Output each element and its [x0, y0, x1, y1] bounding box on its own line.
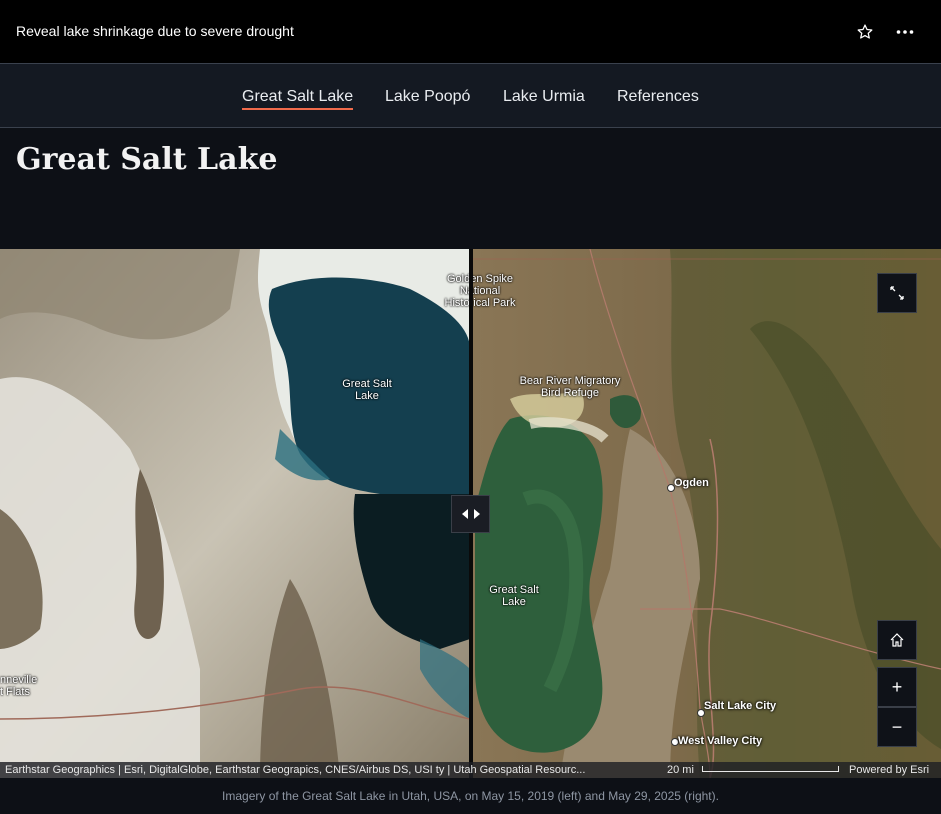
satellite-imagery-left: [0, 249, 471, 778]
map-label-bonneville-salt-flats: nneville t Flats: [0, 674, 38, 698]
section-title: Great Salt Lake: [16, 142, 278, 177]
tab-great-salt-lake[interactable]: Great Salt Lake: [242, 88, 354, 110]
story-title: Reveal lake shrinkage due to severe drou…: [16, 23, 294, 39]
fullscreen-button[interactable]: [877, 273, 917, 313]
map-attribution-bar: Earthstar Geographics | Esri, DigitalGlo…: [0, 762, 941, 778]
star-icon: [857, 24, 873, 39]
satellite-imagery-right: [470, 249, 941, 778]
map-label-great-salt-lake-left: Great Salt Lake: [342, 378, 392, 402]
zoom-out-button[interactable]: −: [877, 707, 917, 747]
section-header: Great Salt Lake: [0, 128, 941, 249]
scale-bar: [702, 766, 839, 772]
map-label-ogden: Ogden: [674, 477, 709, 489]
map-label-west-valley-city: West Valley City: [678, 735, 763, 747]
map-left-2019[interactable]: Great Salt Lake nneville t Flats: [0, 249, 471, 778]
more-options-button[interactable]: [893, 21, 917, 43]
section-nav: Great Salt Lake Lake Poopó Lake Urmia Re…: [0, 63, 941, 128]
map-label-bear-river: Bear River Migratory Bird Refuge: [519, 375, 621, 399]
map-label-salt-lake-city: Salt Lake City: [704, 700, 777, 712]
home-button[interactable]: [877, 620, 917, 660]
favorite-button[interactable]: [853, 21, 877, 43]
map-label-great-salt-lake-right: Great Salt Lake: [489, 584, 539, 608]
attribution-text[interactable]: Earthstar Geographics | Esri, DigitalGlo…: [5, 764, 585, 776]
swipe-arrows-icon: [461, 509, 480, 519]
tab-references[interactable]: References: [617, 88, 699, 106]
map-label-golden-spike: Golden Spike National Historical Park: [444, 273, 516, 309]
image-caption: Imagery of the Great Salt Lake in Utah, …: [0, 778, 941, 806]
scale-label: 20 mi: [667, 764, 694, 776]
zoom-in-button[interactable]: +: [877, 667, 917, 707]
top-bar: Reveal lake shrinkage due to severe drou…: [0, 0, 941, 63]
swipe-map[interactable]: Great Salt Lake nneville t Flats Golden …: [0, 249, 941, 778]
tab-lake-poopo[interactable]: Lake Poopó: [385, 88, 470, 106]
swipe-handle[interactable]: [451, 495, 490, 533]
powered-by-link[interactable]: Powered by Esri: [849, 764, 929, 776]
home-icon: [890, 633, 904, 647]
more-horizontal-icon: [896, 30, 914, 34]
expand-icon: [890, 286, 904, 300]
map-right-2025[interactable]: Golden Spike National Historical Park Be…: [445, 249, 941, 778]
tab-lake-urmia[interactable]: Lake Urmia: [503, 88, 585, 106]
